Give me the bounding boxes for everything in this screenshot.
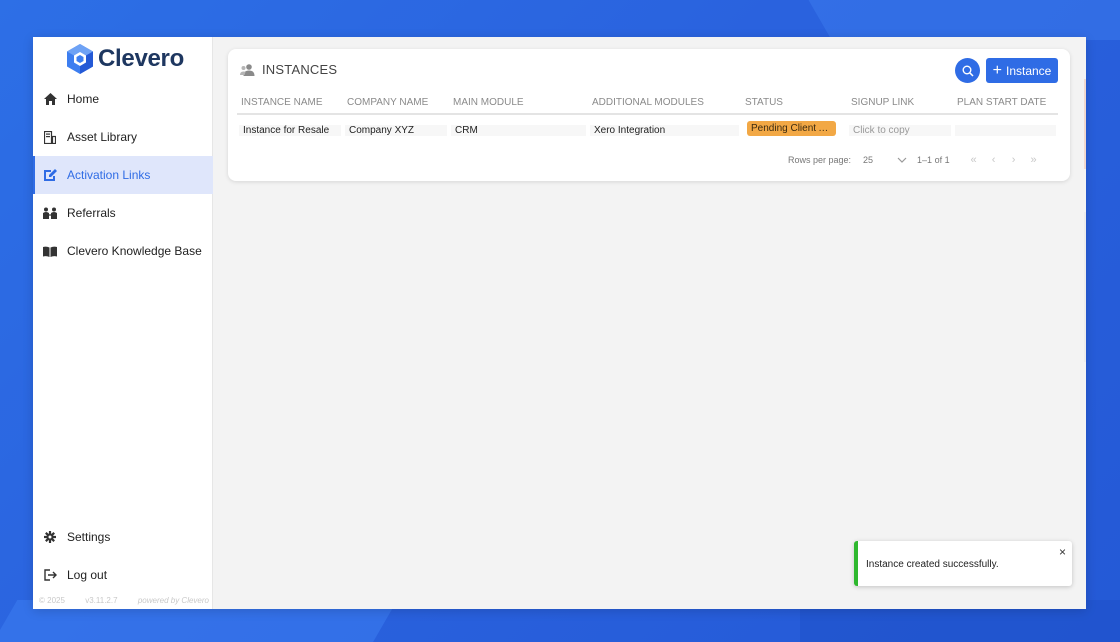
- app-version: v3.11.2.7: [85, 596, 118, 605]
- library-icon: [43, 130, 57, 144]
- instances-card: INSTANCES + Instance INSTANCE NAME COMPA…: [228, 49, 1070, 181]
- cell-instance-name: Instance for Resale: [237, 114, 343, 145]
- cell-status: Pending Client A...: [741, 114, 847, 145]
- status-badge: Pending Client A...: [747, 121, 836, 136]
- column-header[interactable]: PLAN START DATE: [953, 94, 1058, 115]
- column-header[interactable]: STATUS: [741, 94, 847, 115]
- copy-signup-link[interactable]: Click to copy: [849, 124, 951, 136]
- column-header[interactable]: ADDITIONAL MODULES: [588, 94, 741, 115]
- copyright: © 2025: [39, 596, 65, 605]
- logo[interactable]: Clevero: [65, 42, 184, 76]
- sidebar-item-asset-library[interactable]: Asset Library: [33, 118, 213, 156]
- sidebar: Clevero Home Asset Library Activation Li…: [33, 37, 213, 609]
- sidebar-item-label: Activation Links: [67, 168, 151, 182]
- last-page-icon[interactable]: »: [1024, 154, 1044, 166]
- column-header[interactable]: SIGNUP LINK: [847, 94, 953, 115]
- cell-company-name: Company XYZ: [343, 114, 449, 145]
- brand-name: Clevero: [98, 45, 184, 72]
- first-page-icon[interactable]: «: [964, 154, 984, 166]
- sidebar-item-settings[interactable]: Settings: [33, 518, 213, 556]
- page-title-text: INSTANCES: [262, 62, 338, 77]
- people-icon: [43, 206, 57, 220]
- pagination: Rows per page: 25 1–1 of 1 « ‹ › »: [788, 152, 1058, 168]
- table-header-row: INSTANCE NAME COMPANY NAME MAIN MODULE A…: [237, 94, 1058, 115]
- sidebar-item-activation-links[interactable]: Activation Links: [33, 156, 213, 194]
- sidebar-item-home[interactable]: Home: [33, 80, 213, 118]
- edit-link-icon: [43, 168, 57, 182]
- toast-message: Instance created successfully.: [866, 559, 999, 570]
- sidebar-item-label: Settings: [67, 530, 111, 544]
- instances-table: INSTANCE NAME COMPANY NAME MAIN MODULE A…: [237, 94, 1058, 145]
- search-icon: [962, 65, 974, 77]
- sidebar-item-logout[interactable]: Log out: [33, 556, 213, 594]
- success-toast: Instance created successfully. ×: [854, 541, 1072, 586]
- clevero-cube-logo-icon: [67, 44, 93, 74]
- cell-plan-start-date: [953, 114, 1058, 145]
- app-window: Clevero Home Asset Library Activation Li…: [33, 37, 1086, 609]
- add-instance-button[interactable]: + Instance: [986, 58, 1058, 83]
- sidebar-item-label: Clevero Knowledge Base: [67, 244, 202, 258]
- users-icon: [240, 63, 256, 76]
- book-icon: [43, 244, 57, 258]
- rows-per-page-select[interactable]: 25: [863, 155, 893, 165]
- sidebar-item-label: Asset Library: [67, 130, 138, 144]
- page-title: INSTANCES: [240, 62, 337, 77]
- sidebar-item-label: Home: [67, 92, 100, 106]
- cell-main-module: CRM: [449, 114, 588, 145]
- previous-page-icon[interactable]: ‹: [984, 154, 1004, 166]
- gear-icon: [43, 530, 57, 544]
- sidebar-footer: © 2025 v3.11.2.7 powered by Clevero: [39, 596, 209, 605]
- sidebar-item-referrals[interactable]: Referrals: [33, 194, 213, 232]
- home-icon: [43, 92, 57, 106]
- table-row[interactable]: Instance for Resale Company XYZ CRM Xero…: [237, 114, 1058, 145]
- column-header[interactable]: COMPANY NAME: [343, 94, 449, 115]
- next-page-icon[interactable]: ›: [1004, 154, 1024, 166]
- cell-signup-link: Click to copy: [847, 114, 953, 145]
- add-instance-label: Instance: [1005, 63, 1052, 78]
- plus-icon: +: [992, 61, 1002, 79]
- chevron-down-icon[interactable]: [897, 157, 907, 163]
- rows-per-page-label: Rows per page:: [788, 155, 852, 165]
- close-icon[interactable]: ×: [1059, 545, 1066, 559]
- logout-icon: [43, 568, 57, 582]
- column-header[interactable]: MAIN MODULE: [449, 94, 588, 115]
- powered-by: powered by Clevero: [137, 596, 209, 605]
- page-range: 1–1 of 1: [917, 155, 950, 165]
- sidebar-item-label: Referrals: [67, 206, 116, 220]
- sidebar-item-label: Log out: [67, 568, 108, 582]
- cell-additional-modules: Xero Integration: [588, 114, 741, 145]
- search-button[interactable]: [955, 58, 980, 83]
- sidebar-item-knowledge-base[interactable]: Clevero Knowledge Base: [33, 232, 213, 270]
- column-header[interactable]: INSTANCE NAME: [237, 94, 343, 115]
